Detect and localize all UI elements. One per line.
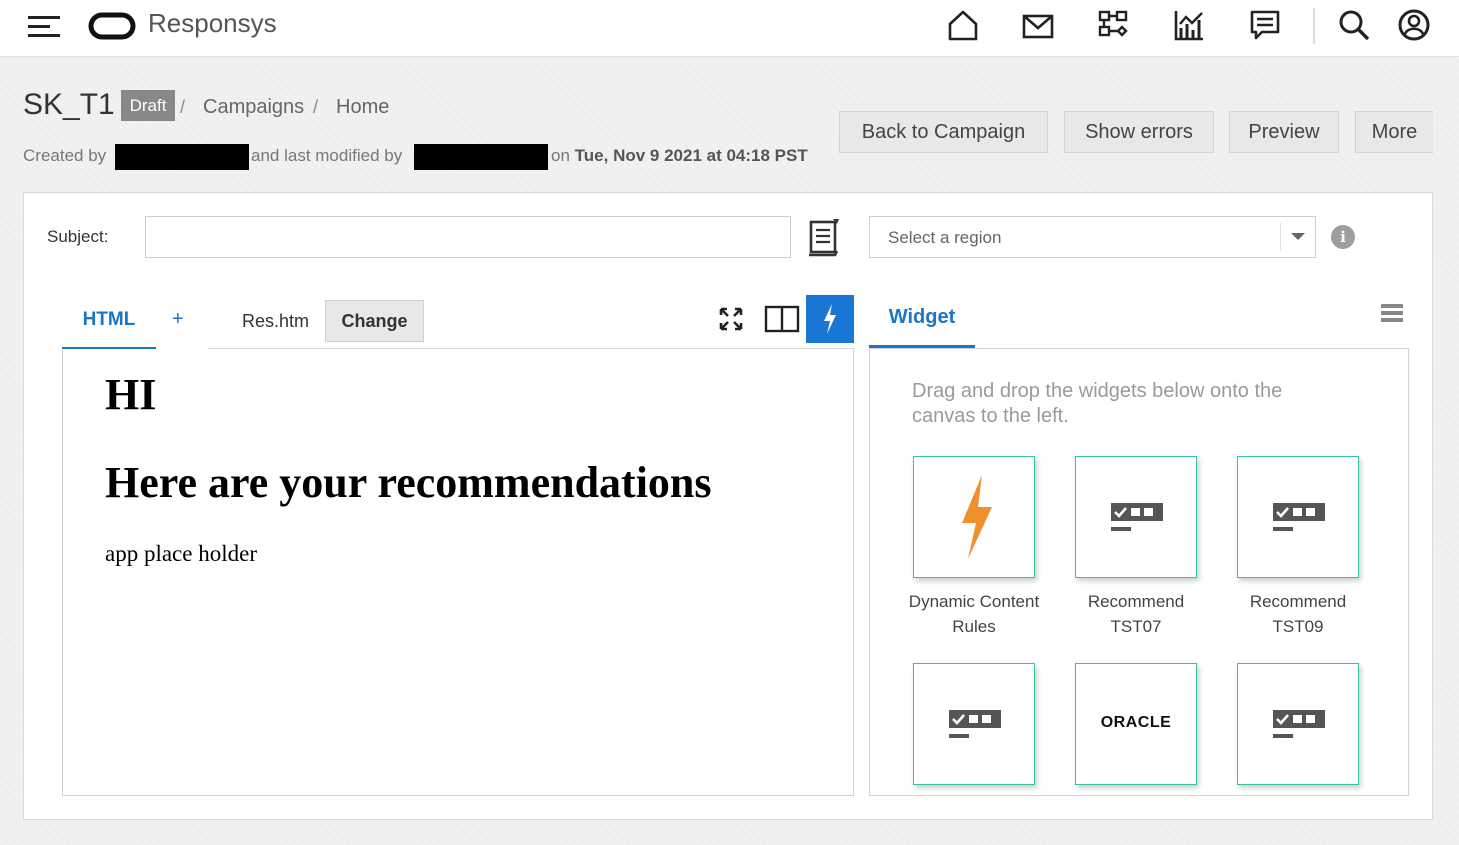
modified-by-label: and last modified by (251, 146, 403, 165)
modified-date: Tue, Nov 9 2021 at 04:18 PST (574, 146, 808, 165)
widget-label: Dynamic Content Rules (908, 592, 1040, 636)
tab-html[interactable]: HTML (62, 300, 156, 350)
breadcrumb-separator: / (313, 97, 319, 117)
oracle-logo: ORACLE (1100, 714, 1172, 731)
widget-recommend-tst09[interactable] (1237, 456, 1359, 578)
home-icon[interactable] (946, 8, 980, 42)
analytics-icon[interactable] (1172, 8, 1206, 42)
messages-icon[interactable] (1248, 8, 1282, 42)
search-icon[interactable] (1337, 8, 1371, 42)
file-name: Res.htm (242, 311, 310, 331)
more-button[interactable]: More (1355, 111, 1433, 153)
preview-button[interactable]: Preview (1229, 111, 1339, 153)
subject-label: Subject: (47, 227, 109, 246)
email-canvas[interactable]: HI Here are your recommendations app pla… (62, 349, 854, 796)
recommend-icon (1273, 503, 1325, 531)
canvas-heading-2: Here are your recommendations (105, 458, 712, 507)
region-select[interactable]: Select a region (869, 216, 1316, 258)
widget-recommend[interactable] (1237, 663, 1359, 785)
breadcrumb-campaigns[interactable]: Campaigns (203, 96, 304, 119)
menu-icon[interactable] (1381, 302, 1403, 324)
recommend-icon (1273, 710, 1325, 738)
lightning-icon (824, 304, 836, 334)
created-by-label: Created by (23, 146, 107, 165)
program-flow-icon[interactable] (1096, 8, 1130, 42)
hamburger-menu-icon[interactable] (28, 13, 60, 41)
split-view-icon[interactable] (764, 305, 800, 333)
chevron-down-icon (1291, 233, 1305, 240)
status-badge: Draft (121, 90, 175, 121)
region-placeholder: Select a region (888, 228, 1002, 247)
select-divider (1280, 223, 1281, 251)
recommend-icon (949, 710, 1001, 738)
redacted-modifier (414, 144, 548, 170)
breadcrumb-separator: / (180, 97, 186, 117)
app-title: Responsys (148, 8, 277, 38)
show-errors-button[interactable]: Show errors (1064, 111, 1214, 153)
breadcrumb-home[interactable]: Home (336, 96, 389, 119)
add-tab-button[interactable]: + (172, 308, 184, 331)
info-icon[interactable]: i (1331, 225, 1355, 249)
widget-recommend[interactable] (913, 663, 1035, 785)
modified-on-label: on Tue, Nov 9 2021 at 04:18 PST (551, 146, 808, 165)
mail-icon[interactable] (1021, 8, 1055, 42)
recommend-icon (1111, 503, 1163, 531)
toolbar-divider (1313, 8, 1315, 44)
widget-label: Recommend TST07 (1087, 592, 1185, 636)
canvas-heading-1: HI (105, 370, 157, 419)
lightning-icon (962, 475, 992, 559)
canvas-paragraph: app place holder (105, 541, 257, 566)
widget-label: Recommend TST09 (1249, 592, 1347, 636)
top-bar: Responsys (0, 0, 1459, 57)
back-to-campaign-button[interactable]: Back to Campaign (839, 111, 1048, 153)
page-title: SK_T1 (23, 88, 115, 121)
redacted-creator (115, 144, 249, 170)
widget-hint: Drag and drop the widgets below onto the… (912, 380, 1283, 427)
oracle-logo-icon (88, 12, 136, 40)
tab-widget[interactable]: Widget (869, 297, 975, 348)
widget-panel: Drag and drop the widgets below onto the… (869, 348, 1409, 796)
fullscreen-icon[interactable] (719, 307, 743, 331)
widget-recommend-tst07[interactable] (1075, 456, 1197, 578)
widget-dynamic-content-rules[interactable] (913, 456, 1035, 578)
subject-input[interactable] (145, 216, 791, 258)
personalize-document-icon[interactable] (806, 218, 840, 260)
widget-oracle[interactable]: ORACLE (1075, 663, 1197, 785)
user-profile-icon[interactable] (1397, 8, 1431, 42)
change-file-button[interactable]: Change (325, 300, 424, 342)
dynamic-content-toggle-button[interactable] (806, 295, 854, 343)
